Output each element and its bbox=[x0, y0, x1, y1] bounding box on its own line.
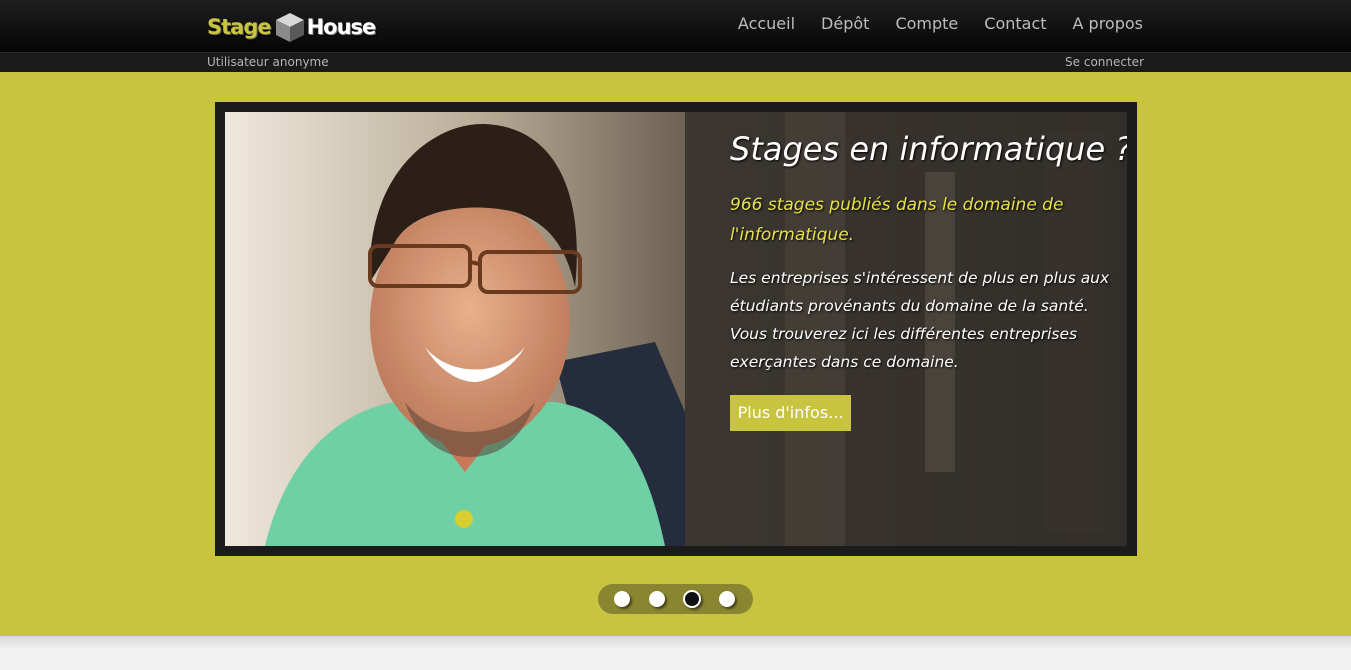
carousel-dot-1[interactable] bbox=[614, 591, 630, 607]
page-bottom bbox=[0, 636, 1351, 650]
slide-subtitle: 966 stages publiés dans le domaine de l'… bbox=[730, 195, 1064, 245]
nav-item-depot[interactable]: Dépôt bbox=[821, 13, 869, 35]
nav-item-contact[interactable]: Contact bbox=[984, 13, 1046, 35]
main-nav: Accueil Dépôt Compte Contact A propos bbox=[738, 13, 1143, 35]
carousel-frame: Stages en informatique ? 966 stages publ… bbox=[215, 102, 1137, 556]
slide-title: Stages en informatique ? bbox=[730, 130, 1127, 168]
site-logo[interactable]: Stage House bbox=[207, 9, 377, 45]
nav-item-accueil[interactable]: Accueil bbox=[738, 13, 795, 35]
nav-item-compte[interactable]: Compte bbox=[895, 13, 958, 35]
hero-section: Stages en informatique ? 966 stages publ… bbox=[0, 72, 1351, 636]
carousel-pager bbox=[598, 584, 753, 614]
nav-item-a-propos[interactable]: A propos bbox=[1073, 13, 1143, 35]
logo-text-house: House bbox=[306, 15, 377, 39]
carousel-dot-2[interactable] bbox=[649, 591, 665, 607]
more-info-button[interactable]: Plus d'infos... bbox=[730, 395, 851, 431]
cube-icon bbox=[275, 13, 304, 42]
user-bar: Utilisateur anonyme Se connecter bbox=[0, 52, 1351, 72]
logo-text-stage: Stage bbox=[207, 15, 272, 39]
student-photo bbox=[225, 112, 685, 546]
user-status: Utilisateur anonyme bbox=[207, 55, 329, 69]
carousel-dot-3[interactable] bbox=[683, 590, 701, 608]
slide-description: Les entreprises s'intéressent de plus en… bbox=[730, 269, 1110, 371]
carousel-slide: Stages en informatique ? 966 stages publ… bbox=[225, 112, 1127, 546]
carousel-dot-4[interactable] bbox=[719, 591, 735, 607]
login-link[interactable]: Se connecter bbox=[1065, 55, 1144, 69]
top-navbar: Stage House Accueil Dépôt Compte Contact… bbox=[0, 0, 1351, 52]
